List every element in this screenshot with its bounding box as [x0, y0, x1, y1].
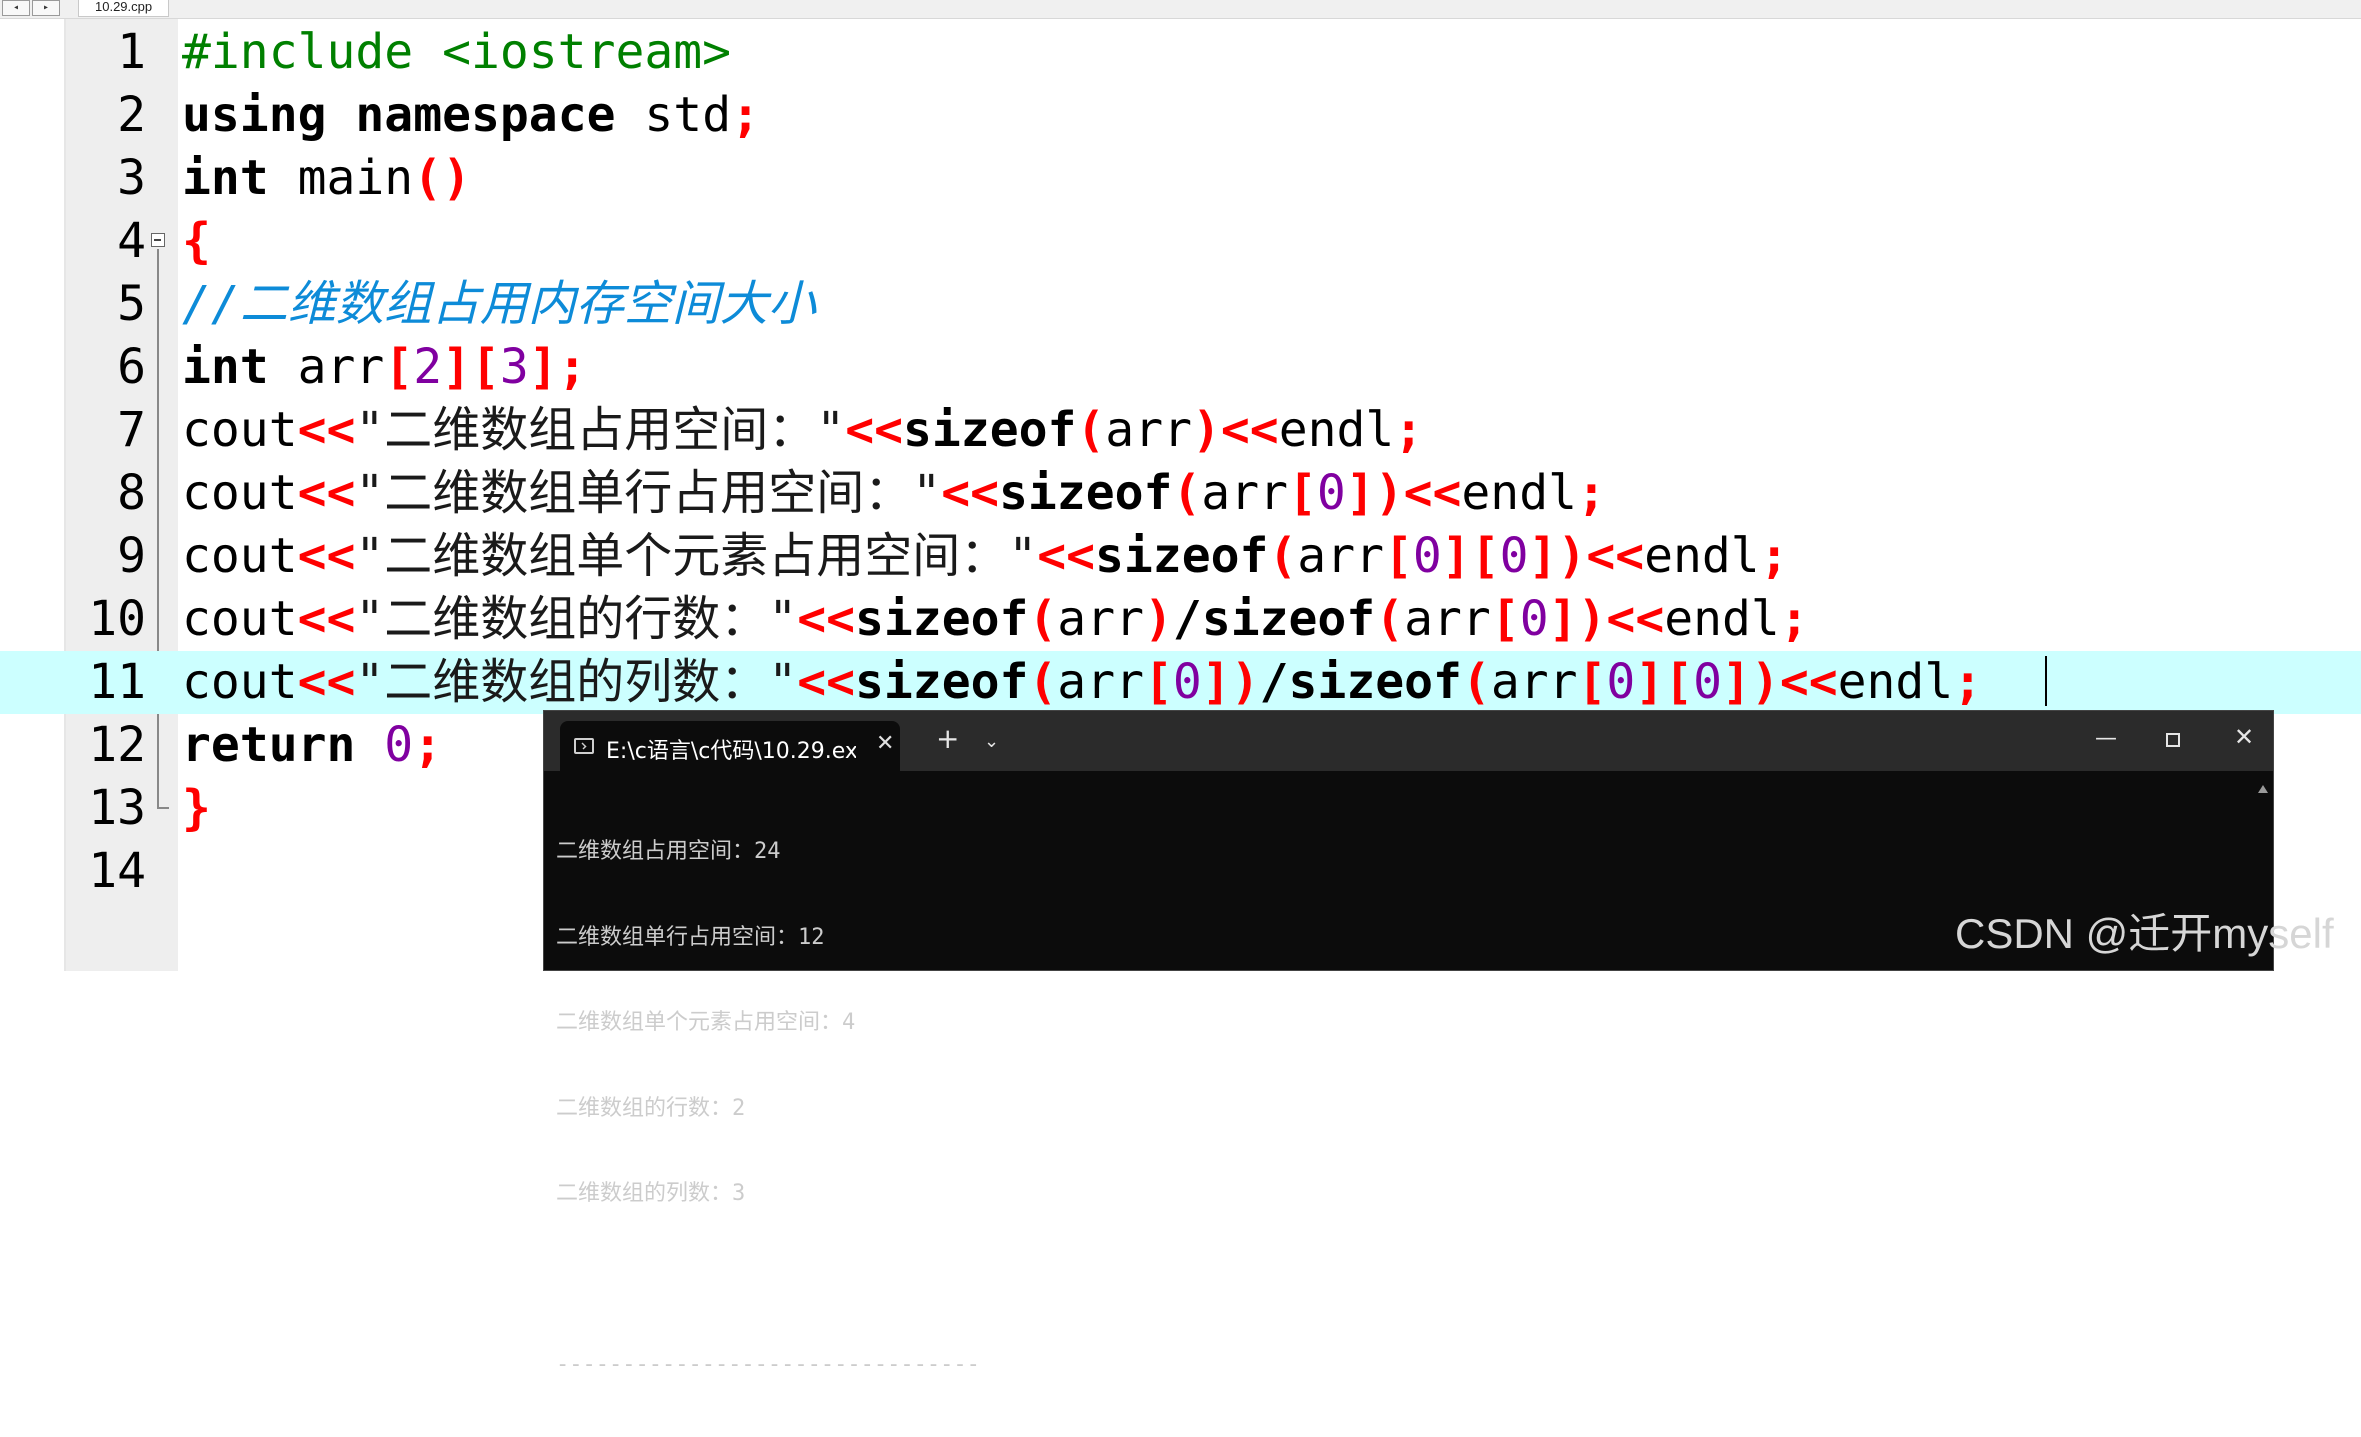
line-number: 1: [117, 24, 146, 80]
identifier: main: [297, 150, 414, 206]
code-line-8[interactable]: 8 cout<<"二维数组单行占用空间："<<sizeof(arr[0])<<e…: [0, 462, 2361, 525]
line-number: 6: [117, 339, 146, 395]
line-number: 14: [88, 843, 146, 899]
line-number: 12: [88, 717, 146, 773]
code-line-5[interactable]: 5 //二维数组占用内存空间大小: [0, 273, 2361, 336]
output-separator: --------------------------------: [556, 1352, 980, 1377]
code-text: return 0;: [182, 717, 443, 773]
code-line-6[interactable]: 6 int arr[2][3];: [0, 336, 2361, 399]
terminal-output: 二维数组占用空间：24 二维数组单行占用空间：12 二维数组单个元素占用空间：4…: [556, 781, 980, 1437]
code-text: #include <iostream>: [182, 23, 731, 81]
tab-close-icon[interactable]: ✕: [876, 731, 894, 756]
code-line-2[interactable]: 2 using namespace std;: [0, 84, 2361, 147]
code-text: cout<<"二维数组的行数："<<sizeof(arr)/sizeof(arr…: [182, 591, 1809, 647]
tab-scroll-right-icon[interactable]: ▸: [32, 0, 60, 16]
line-number: 11: [88, 654, 146, 710]
code-text: using namespace std;: [182, 87, 761, 143]
window-close-icon[interactable]: ✕: [2234, 723, 2254, 751]
code-line-4[interactable]: 4 {: [0, 210, 2361, 273]
minimize-icon[interactable]: —: [2095, 726, 2117, 751]
identifier: std: [644, 87, 732, 143]
output-line: 二维数组的行数：2: [556, 1095, 746, 1121]
new-tab-icon[interactable]: +: [936, 725, 959, 753]
terminal-tab-title: E:\c语言\c代码\10.29.exe: [606, 739, 856, 764]
line-number: 8: [117, 465, 146, 521]
line-number: 13: [88, 780, 146, 836]
line-number: 2: [117, 87, 146, 143]
tab-strip: ◂ ▸ 10.29.cpp: [0, 0, 2361, 19]
code-text: }: [182, 780, 211, 836]
code-line-7[interactable]: 7 cout<<"二维数组占用空间："<<sizeof(arr)<<endl;: [0, 399, 2361, 462]
fold-collapse-icon[interactable]: [151, 233, 165, 247]
string-literal: "二维数组占用空间：": [355, 402, 846, 458]
code-text: cout<<"二维数组单个元素占用空间："<<sizeof(arr[0][0])…: [182, 528, 1789, 584]
string-literal: "二维数组的列数：": [355, 654, 798, 710]
code-text: cout<<"二维数组的列数："<<sizeof(arr[0])/sizeof(…: [182, 654, 1983, 710]
line-number: 3: [117, 150, 146, 206]
line-number: 9: [117, 528, 146, 584]
string-literal: "二维数组单个元素占用空间：": [355, 528, 1038, 584]
preprocessor-directive: #include <iostream>: [182, 24, 732, 80]
chevron-down-icon[interactable]: ⌄: [984, 731, 999, 752]
string-literal: "二维数组的行数：": [355, 591, 798, 647]
watermark: CSDN @迁开myself: [1955, 910, 2334, 957]
output-line: 二维数组单行占用空间：12: [556, 924, 825, 950]
string-literal: "二维数组单行占用空间：": [355, 465, 942, 521]
code-text: cout<<"二维数组占用空间："<<sizeof(arr)<<endl;: [182, 402, 1424, 458]
line-number: 5: [117, 276, 146, 332]
code-line-11-current[interactable]: 11 cout<<"二维数组的列数："<<sizeof(arr[0])/size…: [0, 651, 2361, 714]
code-line-3[interactable]: 3 int main(): [0, 147, 2361, 210]
maximize-icon[interactable]: [2166, 733, 2180, 747]
code-text: int main(): [182, 150, 471, 206]
line-number: 7: [117, 402, 146, 458]
file-tab[interactable]: 10.29.cpp: [78, 0, 170, 17]
code-text: //二维数组占用内存空间大小: [182, 275, 816, 333]
output-line: 二维数组单个元素占用空间：4: [556, 1010, 856, 1035]
tab-scroll-left-icon[interactable]: ◂: [2, 0, 30, 16]
code-line-9[interactable]: 9 cout<<"二维数组单个元素占用空间："<<sizeof(arr[0][0…: [0, 525, 2361, 588]
code-line-10[interactable]: 10 cout<<"二维数组的行数："<<sizeof(arr)/sizeof(…: [0, 588, 2361, 651]
code-text: int arr[2][3];: [182, 339, 587, 395]
scroll-up-icon[interactable]: [2258, 785, 2268, 793]
line-number: 10: [88, 591, 146, 647]
terminal-tab[interactable]: E:\c语言\c代码\10.29.exe ✕: [560, 721, 900, 771]
text-cursor: [2045, 656, 2047, 706]
code-line-1[interactable]: 1 #include <iostream>: [0, 21, 2361, 84]
terminal-icon: [574, 738, 594, 754]
terminal-titlebar: E:\c语言\c代码\10.29.exe ✕ + ⌄ — ✕: [544, 711, 2273, 771]
comment: //二维数组占用内存空间大小: [182, 276, 816, 332]
code-text: {: [182, 213, 211, 269]
output-line: 二维数组的列数：3: [556, 1181, 746, 1206]
code-text: cout<<"二维数组单行占用空间："<<sizeof(arr[0])<<end…: [182, 465, 1606, 521]
keyword: using: [182, 87, 327, 143]
line-number: 4: [117, 213, 146, 269]
keyword: int: [182, 150, 269, 206]
keyword: namespace: [355, 87, 616, 143]
output-line: 二维数组占用空间：24: [556, 839, 781, 864]
tab-scroll-arrows: ◂ ▸: [2, 0, 60, 16]
